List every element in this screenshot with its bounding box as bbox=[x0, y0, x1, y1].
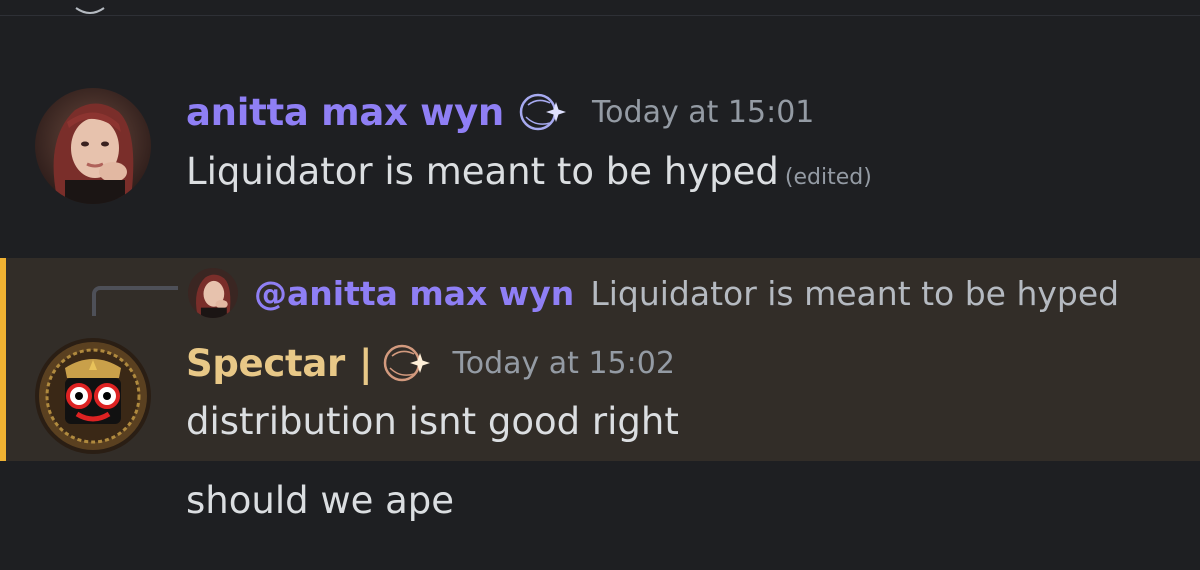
timestamp[interactable]: Today at 15:02 bbox=[452, 346, 674, 381]
avatar-anitta[interactable] bbox=[35, 88, 151, 204]
message-spectar[interactable]: @anitta max wyn Liquidator is meant to b… bbox=[0, 258, 1200, 461]
crescent-sparkle-icon[interactable] bbox=[516, 87, 566, 137]
reply-reference[interactable]: @anitta max wyn Liquidator is meant to b… bbox=[188, 266, 1119, 320]
avatar-spectar[interactable] bbox=[35, 338, 151, 454]
message-text: Liquidator is meant to be hyped bbox=[186, 150, 779, 193]
author-name[interactable]: Spectar bbox=[186, 342, 345, 385]
timestamp[interactable]: Today at 15:01 bbox=[592, 95, 814, 130]
message-header: anitta max wyn Today at 15:01 bbox=[186, 84, 814, 140]
reply-text[interactable]: Liquidator is meant to be hyped bbox=[590, 274, 1119, 313]
author-separator: | bbox=[358, 341, 373, 385]
reply-avatar bbox=[188, 268, 238, 318]
message-text: should we ape bbox=[186, 479, 455, 522]
message-content: Liquidator is meant to be hyped (edited) bbox=[186, 150, 872, 193]
message-continuation[interactable]: should we ape bbox=[0, 461, 1200, 570]
message-anitta[interactable]: anitta max wyn Today at 15:01 Liquidator… bbox=[0, 0, 1200, 250]
reply-author[interactable]: @anitta max wyn bbox=[254, 274, 574, 313]
message-text: distribution isnt good right bbox=[186, 400, 679, 443]
edited-label[interactable]: (edited) bbox=[785, 165, 872, 190]
reply-spine bbox=[92, 286, 178, 316]
author-name[interactable]: anitta max wyn bbox=[186, 91, 504, 134]
crescent-sparkle-icon[interactable] bbox=[380, 338, 431, 388]
message-header: Spectar | Today at 15:02 bbox=[186, 335, 675, 391]
